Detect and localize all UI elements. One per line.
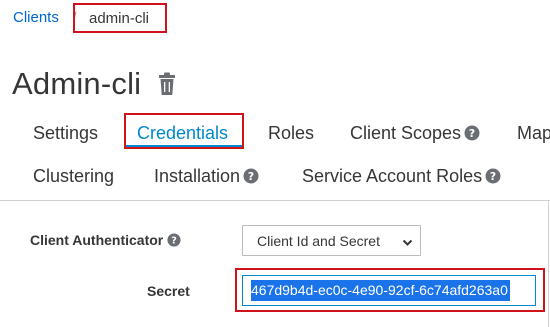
breadcrumb-current-highlight: admin-cli: [73, 3, 167, 33]
tab-service-account-roles[interactable]: Service Account Roles?: [302, 166, 501, 189]
help-icon[interactable]: ?: [167, 233, 181, 250]
client-authenticator-label-text: Client Authenticator: [30, 232, 164, 248]
breadcrumb: Clients / admin-cli: [0, 0, 550, 40]
tab-installation-label: Installation: [154, 166, 241, 186]
panel-border: [548, 200, 549, 327]
help-icon[interactable]: ?: [485, 168, 501, 189]
svg-text:?: ?: [248, 170, 254, 183]
tabs-divider: [0, 200, 550, 201]
tab-clustering[interactable]: Clustering: [33, 166, 114, 187]
tab-installation[interactable]: Installation?: [154, 166, 259, 189]
page-title: Admin-cli: [12, 66, 142, 101]
trash-icon[interactable]: [157, 72, 177, 96]
client-authenticator-label: Client Authenticator?: [30, 232, 181, 250]
tab-service-account-roles-label: Service Account Roles: [302, 166, 483, 186]
secret-input[interactable]: 467d9b4d-ec0c-4e90-92cf-6c74afd263a0: [242, 275, 536, 306]
chevron-down-icon: [402, 235, 413, 253]
help-icon[interactable]: ?: [464, 125, 480, 146]
tab-settings[interactable]: Settings: [33, 123, 98, 144]
client-authenticator-value: Client Id and Secret: [257, 233, 380, 249]
client-authenticator-select[interactable]: Client Id and Secret: [242, 225, 421, 256]
tab-mappers[interactable]: Map: [517, 123, 550, 144]
breadcrumb-clients-link[interactable]: Clients: [13, 9, 59, 26]
breadcrumb-current: admin-cli: [89, 10, 150, 27]
svg-text:?: ?: [490, 170, 496, 183]
tab-client-scopes[interactable]: Client Scopes?: [350, 123, 480, 146]
tab-credentials[interactable]: Credentials: [137, 123, 228, 144]
svg-text:?: ?: [171, 236, 177, 247]
tab-roles[interactable]: Roles: [268, 123, 314, 144]
tab-client-scopes-label: Client Scopes: [350, 123, 462, 143]
secret-label: Secret: [147, 283, 190, 299]
help-icon[interactable]: ?: [243, 168, 259, 189]
secret-value: 467d9b4d-ec0c-4e90-92cf-6c74afd263a0: [251, 280, 510, 301]
svg-text:?: ?: [469, 127, 475, 140]
tab-active-indicator: [126, 145, 242, 147]
